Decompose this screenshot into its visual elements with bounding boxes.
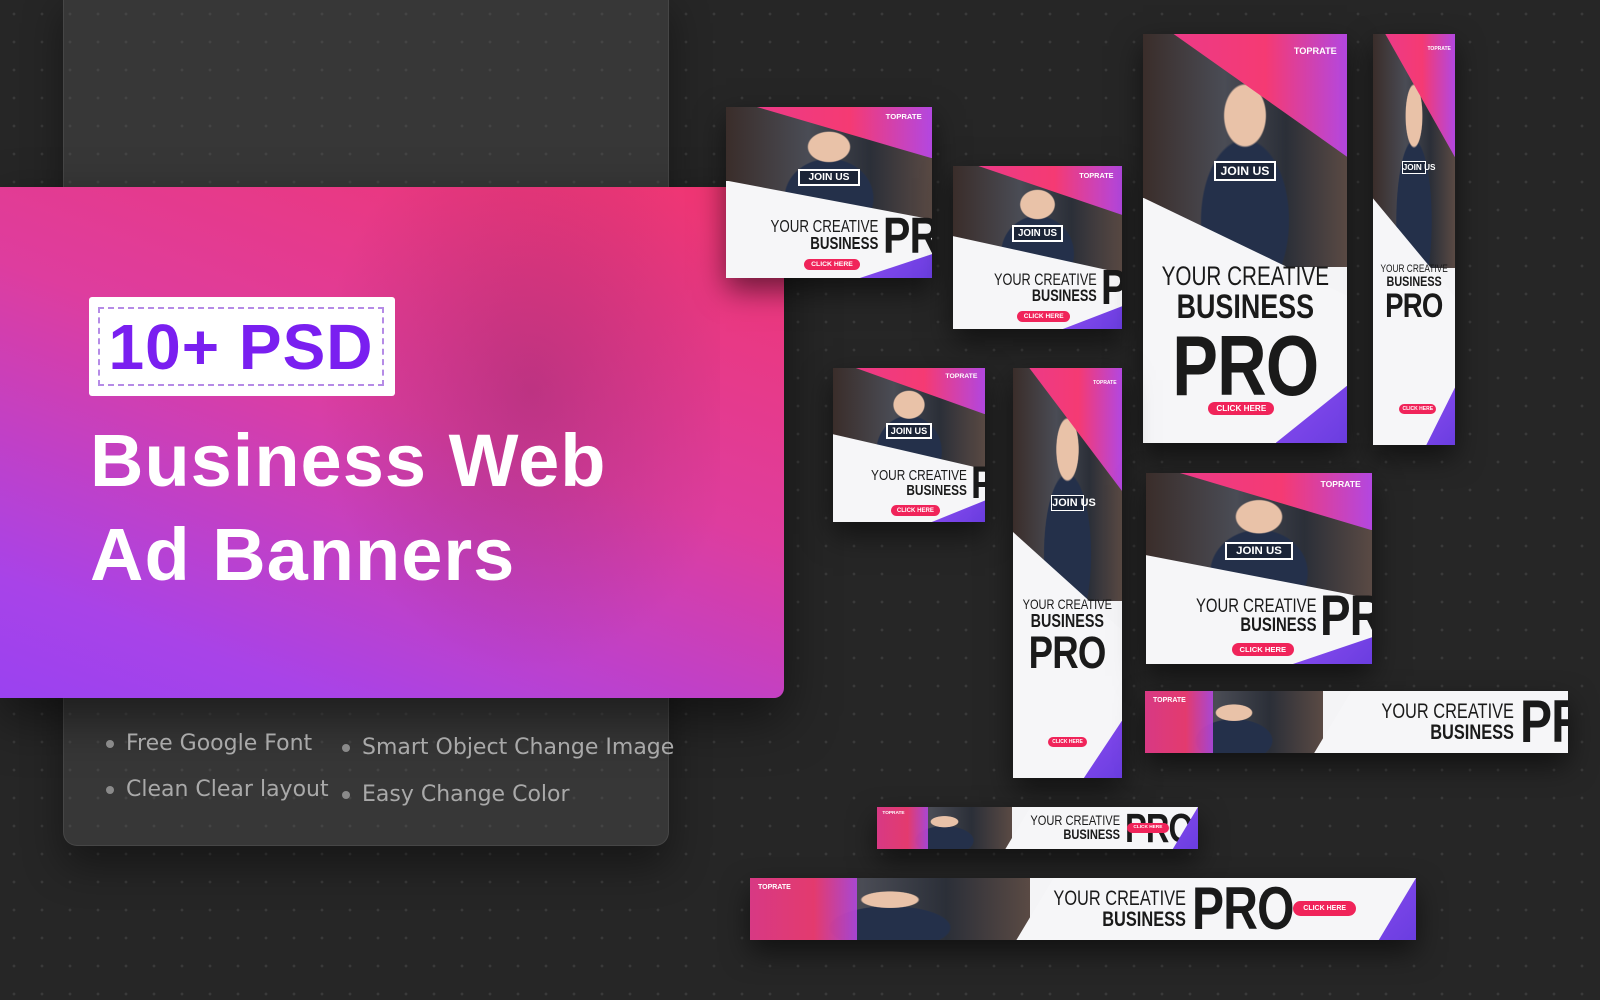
tagline-line1: YOUR CREATIVE — [1195, 596, 1317, 618]
brand-logo: TOPRATE — [1427, 46, 1451, 53]
click-here-button[interactable]: CLICK HERE — [804, 259, 860, 271]
feature-label: Easy Change Color — [362, 782, 570, 807]
tagline-line1: YOUR CREATIVE — [1030, 812, 1121, 829]
tagline-line1: YOUR CREATIVE — [1053, 887, 1187, 910]
brand-logo: TOPRATE — [1293, 46, 1337, 57]
ad-banner-skyscraper[interactable]: TOPRATE JOIN US YOUR CREATIVE BUSINESS PRO CL… — [1013, 368, 1122, 778]
feature-label: Free Google Font — [126, 731, 313, 756]
badge-text: 10+ PSD — [98, 307, 384, 386]
hero-title-line2: Ad Banners — [90, 513, 516, 596]
tagline-stack: YOUR CREATIVE BUSINESS — [1196, 597, 1317, 635]
bullet-icon — [342, 790, 350, 799]
tagline-line1: YOUR CREATIVE — [870, 466, 967, 484]
headline-pro: PRO — [1519, 691, 1568, 753]
tagline-stack: YOUR CREATIVE BUSINESS — [870, 466, 967, 500]
click-here-button[interactable]: CLICK HERE — [1293, 901, 1357, 916]
bullet-icon — [106, 785, 114, 794]
bullet-icon — [106, 739, 114, 748]
tagline-line2: BUSINESS — [1031, 287, 1097, 306]
tagline-line2: BUSINESS — [1102, 908, 1187, 931]
tagline-line2: BUSINESS — [1430, 721, 1514, 744]
hero-title-line1: Business Web — [90, 419, 607, 502]
headline-pro: PRO — [1171, 318, 1319, 415]
headline-pro: PRO — [1192, 878, 1294, 940]
headline-pro: PRO — [1385, 286, 1443, 325]
feature-item: Smart Object Change Image — [342, 735, 674, 760]
banner-tagline: YOUR CREATIVEBUSINESSPRO — [1005, 807, 1198, 849]
ad-banner-tall[interactable]: TOPRATE JOIN US YOUR CREATIVE BUSINESS PRO CL… — [1143, 34, 1347, 443]
click-here-button[interactable]: CLICK HERE — [1399, 403, 1437, 414]
tagline-line1: YOUR CREATIVE — [993, 270, 1097, 289]
headline-pro: PRO — [882, 206, 932, 264]
banner-tagline: YOUR CREATIVEBUSINESSPRO — [1162, 583, 1372, 648]
join-us-label: JOIN US — [886, 423, 932, 440]
join-us-label: JOIN US — [1214, 160, 1276, 181]
tagline-line2: BUSINESS — [905, 482, 967, 500]
click-here-button[interactable]: CLICK HERE — [1231, 642, 1294, 656]
feature-label: Clean Clear layout — [126, 777, 329, 802]
ad-banner-square[interactable]: TOPRATE JOIN US YOUR CREATIVEBUSINESS PRO CL… — [833, 368, 985, 522]
tagline-line2: BUSINESS — [1240, 615, 1317, 637]
brand-logo: TOPRATE — [758, 884, 791, 891]
banner-tagline: YOUR CREATIVEBUSINESSPRO — [1373, 264, 1455, 323]
brand-logo: TOPRATE — [882, 811, 905, 817]
banner-tagline: YOUR CREATIVEBUSINESSPRO — [740, 206, 932, 264]
feature-item: Easy Change Color — [342, 782, 570, 807]
banner-tagline: YOUR CREATIVEBUSINESS PRO — [844, 460, 985, 506]
ad-banner-leaderboard[interactable]: TOPRATE YOUR CREATIVEBUSINESSPROCLICK HER… — [877, 807, 1198, 849]
join-us-label: JOIN US — [1012, 224, 1063, 242]
click-here-button[interactable]: CLICK HERE — [1126, 822, 1170, 833]
click-here-button[interactable]: CLICK HERE — [1047, 737, 1088, 747]
brand-logo: TOPRATE — [945, 372, 978, 380]
bullet-icon — [342, 743, 350, 752]
headline-pro: PRO — [1320, 583, 1372, 648]
tagline-stack: YOUR CREATIVE BUSINESS — [1381, 701, 1514, 743]
headline-pro: PRO — [971, 460, 985, 506]
ad-banner-landscape-box[interactable]: TOPRATEJOIN USYOUR CREATIVEBUSINESSPROCL… — [1146, 473, 1372, 664]
ad-banner-skyscraper[interactable]: TOPRATE JOIN US YOUR CREATIVE BUSINESS PRO CL… — [1373, 34, 1455, 445]
tagline-line2: BUSINESS — [810, 234, 879, 254]
tagline-line1: YOUR CREATIVE — [1381, 700, 1514, 723]
headline-pro: PRO — [1101, 263, 1122, 313]
banner-tagline: YOUR CREATIVEBUSINESSPRO — [965, 263, 1122, 313]
ad-banner-leaderboard[interactable]: TOPRATE YOUR CREATIVEBUSINESSPROCLICK HER… — [750, 878, 1416, 940]
psd-count-badge: 10+ PSD — [89, 297, 395, 396]
click-here-button[interactable]: CLICK HERE — [1017, 311, 1071, 323]
brand-logo: TOPRATE — [1079, 170, 1114, 180]
tagline-stack: YOUR CREATIVE BUSINESS — [994, 272, 1097, 305]
tagline-stack: YOUR CREATIVE BUSINESS — [1380, 264, 1447, 289]
click-here-button[interactable]: CLICK HERE — [1208, 402, 1275, 416]
banner-tagline: YOUR CREATIVEBUSINESSPRO — [1344, 691, 1568, 753]
join-us-label: JOIN US — [798, 168, 860, 186]
ad-banner-landscape-box[interactable]: TOPRATEJOIN USYOUR CREATIVEBUSINESSPROCL… — [726, 107, 932, 278]
feature-item: Free Google Font — [106, 731, 312, 756]
banner-tagline: YOUR CREATIVEBUSINESSPRO — [1143, 263, 1347, 410]
tagline-stack: YOUR CREATIVE BUSINESS — [771, 218, 879, 252]
brand-logo: TOPRATE — [1320, 478, 1361, 489]
join-us-label: JOIN US — [1051, 495, 1096, 512]
feature-label: Smart Object Change Image — [362, 735, 675, 760]
feature-item: Clean Clear layout — [106, 777, 329, 802]
banner-tagline: YOUR CREATIVEBUSINESSPRO — [1016, 878, 1319, 940]
tagline-line1: YOUR CREATIVE — [770, 217, 879, 237]
tagline-stack: YOUR CREATIVE BUSINESS — [1054, 888, 1187, 930]
ad-banner-landscape-box[interactable]: TOPRATEJOIN USYOUR CREATIVEBUSINESSPROCL… — [953, 166, 1122, 329]
tagline-stack: YOUR CREATIVE BUSINESS — [1161, 263, 1328, 324]
tagline-line2: BUSINESS — [1063, 827, 1121, 843]
join-us-label: JOIN US — [1401, 161, 1436, 175]
banner-tagline: YOUR CREATIVEBUSINESSPRO — [1013, 597, 1122, 679]
click-here-button[interactable]: CLICK HERE — [890, 505, 941, 517]
tagline-stack: YOUR CREATIVE BUSINESS — [1023, 597, 1112, 631]
tagline-stack: YOUR CREATIVE BUSINESS — [1030, 812, 1121, 843]
headline-pro: PRO — [1029, 627, 1107, 679]
tagline-line1: YOUR CREATIVE — [1161, 261, 1329, 292]
brand-logo: TOPRATE — [1153, 697, 1186, 704]
join-us-label: JOIN US — [1225, 541, 1293, 560]
ad-banner-leaderboard[interactable]: TOPRATE YOUR CREATIVEBUSINESSPRO — [1145, 691, 1568, 753]
brand-logo: TOPRATE — [885, 112, 922, 122]
brand-logo: TOPRATE — [1093, 380, 1117, 387]
